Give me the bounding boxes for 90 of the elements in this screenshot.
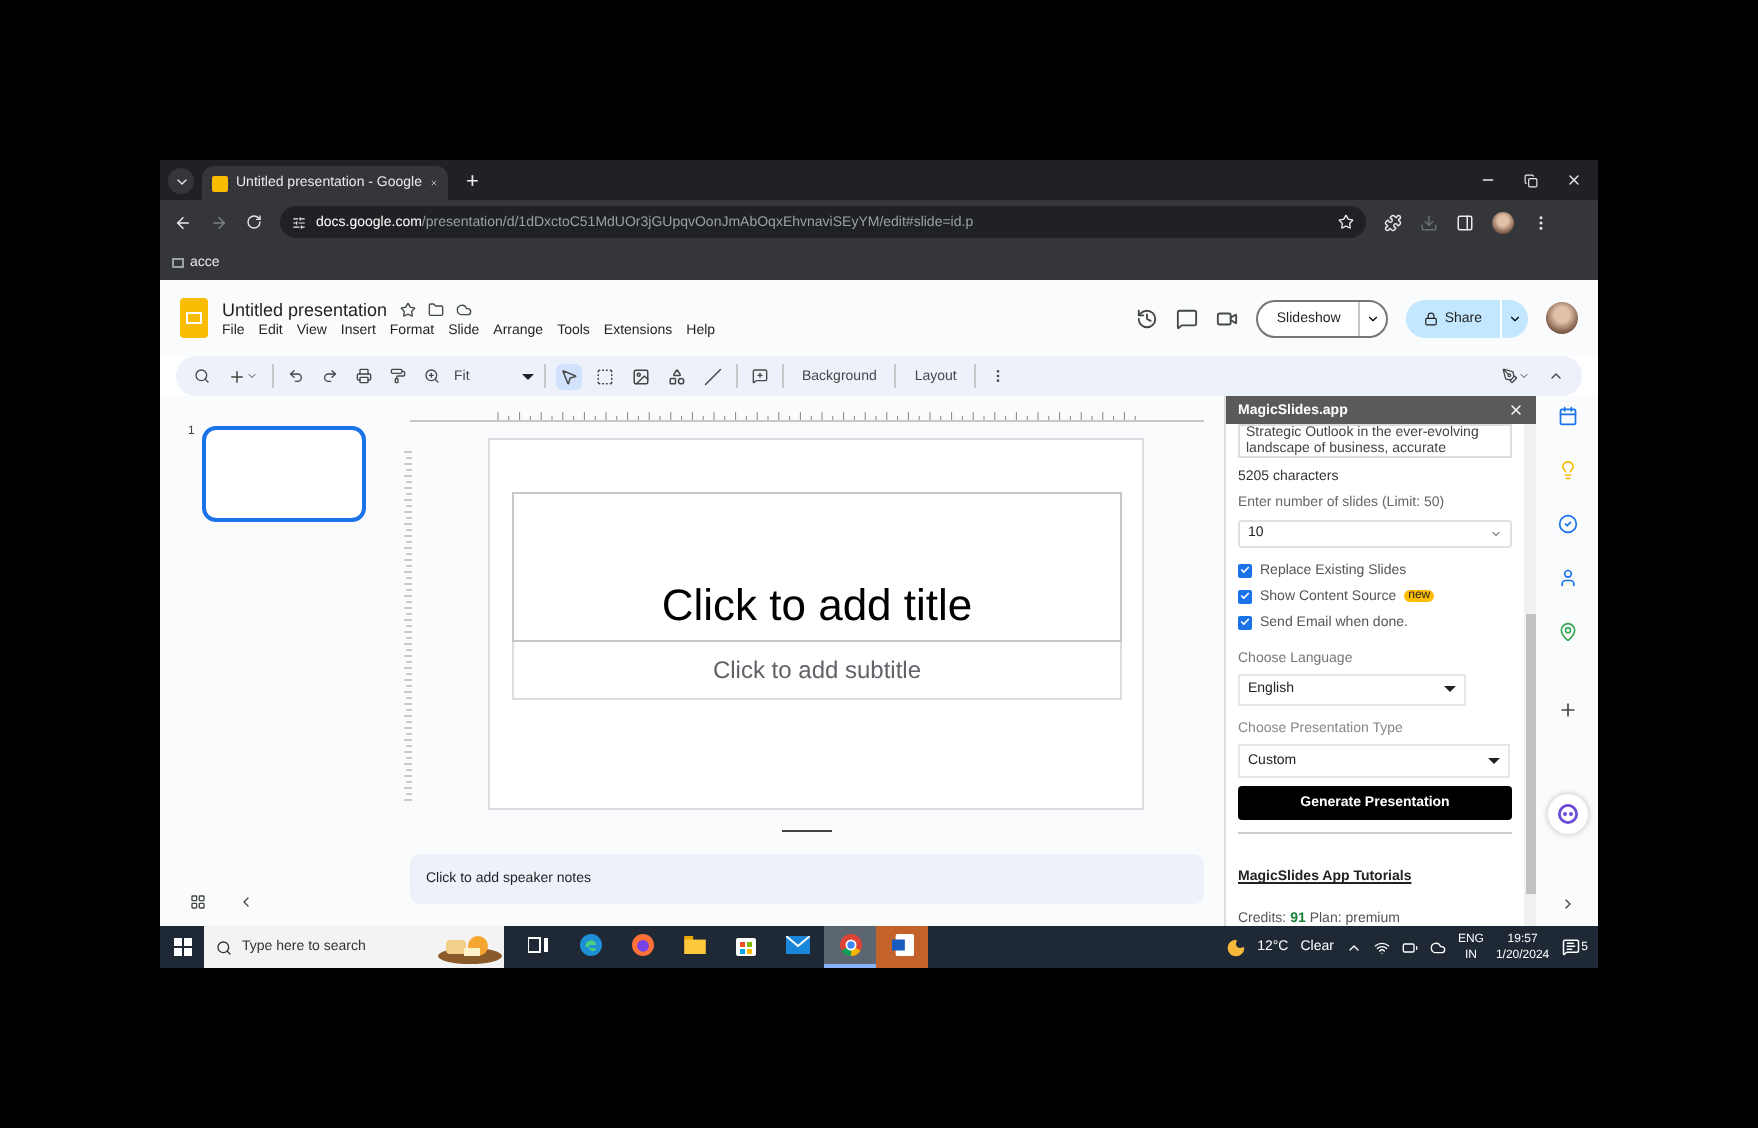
task-view-icon bbox=[528, 936, 548, 954]
network-icon[interactable] bbox=[1373, 939, 1390, 955]
checkbox[interactable] bbox=[1238, 563, 1252, 578]
image-icon bbox=[632, 367, 650, 385]
map-pin-icon[interactable] bbox=[1557, 622, 1577, 642]
store-icon bbox=[736, 934, 756, 956]
caret-icon bbox=[1444, 686, 1456, 693]
cloud-icon[interactable] bbox=[455, 301, 472, 317]
caret-icon bbox=[522, 373, 534, 379]
slides-logo-icon bbox=[180, 298, 208, 338]
side-panel-icon[interactable] bbox=[1456, 213, 1474, 231]
windows-icon bbox=[173, 938, 191, 956]
forward-icon[interactable] bbox=[210, 213, 228, 231]
battery-icon[interactable] bbox=[1401, 939, 1418, 955]
robot-button[interactable] bbox=[1547, 794, 1587, 834]
add-icon[interactable] bbox=[1557, 700, 1577, 720]
chrome-icon bbox=[839, 934, 861, 956]
paint-roller-icon bbox=[390, 368, 406, 384]
star-icon[interactable] bbox=[399, 301, 416, 317]
zoom-button[interactable] bbox=[420, 364, 444, 388]
plus-icon bbox=[228, 367, 246, 385]
spinner-icon bbox=[1490, 527, 1502, 540]
folder-icon bbox=[683, 936, 705, 954]
document-title[interactable]: Untitled presentation bbox=[222, 299, 388, 319]
checkbox[interactable] bbox=[1238, 615, 1252, 630]
bookmark-folder-icon bbox=[172, 257, 184, 267]
bookmark-star-icon[interactable] bbox=[1338, 214, 1354, 230]
resize-handle[interactable] bbox=[782, 830, 832, 832]
scrollbar-thumb[interactable] bbox=[1525, 614, 1535, 894]
search-icon bbox=[194, 368, 210, 384]
firefox-icon bbox=[631, 934, 653, 956]
taskbar-app-button[interactable] bbox=[876, 926, 928, 968]
moon-icon bbox=[1225, 937, 1246, 957]
paint-format-button[interactable] bbox=[386, 364, 410, 388]
new-tab-button[interactable]: + bbox=[466, 168, 479, 196]
profile-avatar[interactable] bbox=[1546, 302, 1578, 334]
caret-icon bbox=[1508, 311, 1522, 325]
search-icon bbox=[216, 939, 232, 955]
extensions-icon[interactable] bbox=[1384, 213, 1402, 231]
close-icon[interactable] bbox=[1566, 172, 1582, 188]
redo-button[interactable] bbox=[318, 364, 342, 388]
collapse-icon[interactable] bbox=[238, 894, 254, 910]
calendar-icon[interactable] bbox=[1557, 406, 1577, 426]
caret-icon bbox=[1366, 311, 1381, 325]
restore-icon[interactable] bbox=[1524, 173, 1538, 187]
search-button[interactable] bbox=[190, 364, 214, 388]
slides-favicon-icon bbox=[212, 175, 228, 191]
tab-search-button[interactable] bbox=[168, 168, 194, 194]
grid-view-icon[interactable] bbox=[190, 894, 206, 910]
comment-button[interactable] bbox=[748, 364, 772, 388]
checkbox[interactable] bbox=[1238, 589, 1252, 604]
text-box-icon bbox=[596, 367, 614, 385]
site-settings-icon bbox=[292, 215, 306, 229]
robot-face-icon bbox=[1557, 804, 1577, 824]
tasks-icon[interactable] bbox=[1557, 514, 1577, 534]
redo-icon bbox=[322, 368, 338, 384]
person-icon[interactable] bbox=[1557, 568, 1577, 588]
shapes-icon bbox=[668, 367, 686, 385]
undo-icon bbox=[288, 368, 304, 384]
edge-icon bbox=[579, 934, 601, 956]
input-tools-button[interactable] bbox=[1498, 364, 1534, 388]
pointer-icon bbox=[560, 367, 578, 385]
folder-icon[interactable] bbox=[427, 301, 444, 317]
caret-icon bbox=[246, 370, 258, 382]
history-icon[interactable] bbox=[1136, 307, 1159, 329]
tool-button[interactable] bbox=[700, 363, 726, 389]
line-icon bbox=[704, 367, 722, 385]
reload-icon[interactable] bbox=[246, 214, 262, 230]
title-placeholder[interactable]: Click to add title bbox=[512, 492, 1122, 642]
video-icon[interactable] bbox=[1216, 307, 1239, 329]
comment-icon[interactable] bbox=[1176, 307, 1199, 329]
lock-icon bbox=[1424, 311, 1439, 325]
notification-icon bbox=[1561, 938, 1580, 956]
add-comment-icon bbox=[752, 368, 768, 384]
caret-icon bbox=[1488, 757, 1500, 764]
zoom-in-icon bbox=[424, 368, 440, 384]
mail-icon bbox=[786, 936, 810, 954]
chevron-up-icon bbox=[1548, 368, 1564, 384]
back-icon[interactable] bbox=[174, 213, 192, 231]
undo-button[interactable] bbox=[284, 364, 308, 388]
tool-button[interactable] bbox=[556, 363, 582, 389]
subtitle-placeholder[interactable]: Click to add subtitle bbox=[512, 642, 1122, 700]
document-icon bbox=[891, 934, 913, 956]
profile-avatar[interactable] bbox=[1492, 211, 1514, 233]
caret-icon bbox=[1518, 370, 1530, 382]
pen-icon bbox=[1502, 368, 1518, 384]
slide-thumbnail[interactable] bbox=[202, 426, 367, 522]
print-button[interactable] bbox=[352, 364, 376, 388]
printer-icon bbox=[356, 368, 372, 384]
tool-button[interactable] bbox=[664, 363, 690, 389]
